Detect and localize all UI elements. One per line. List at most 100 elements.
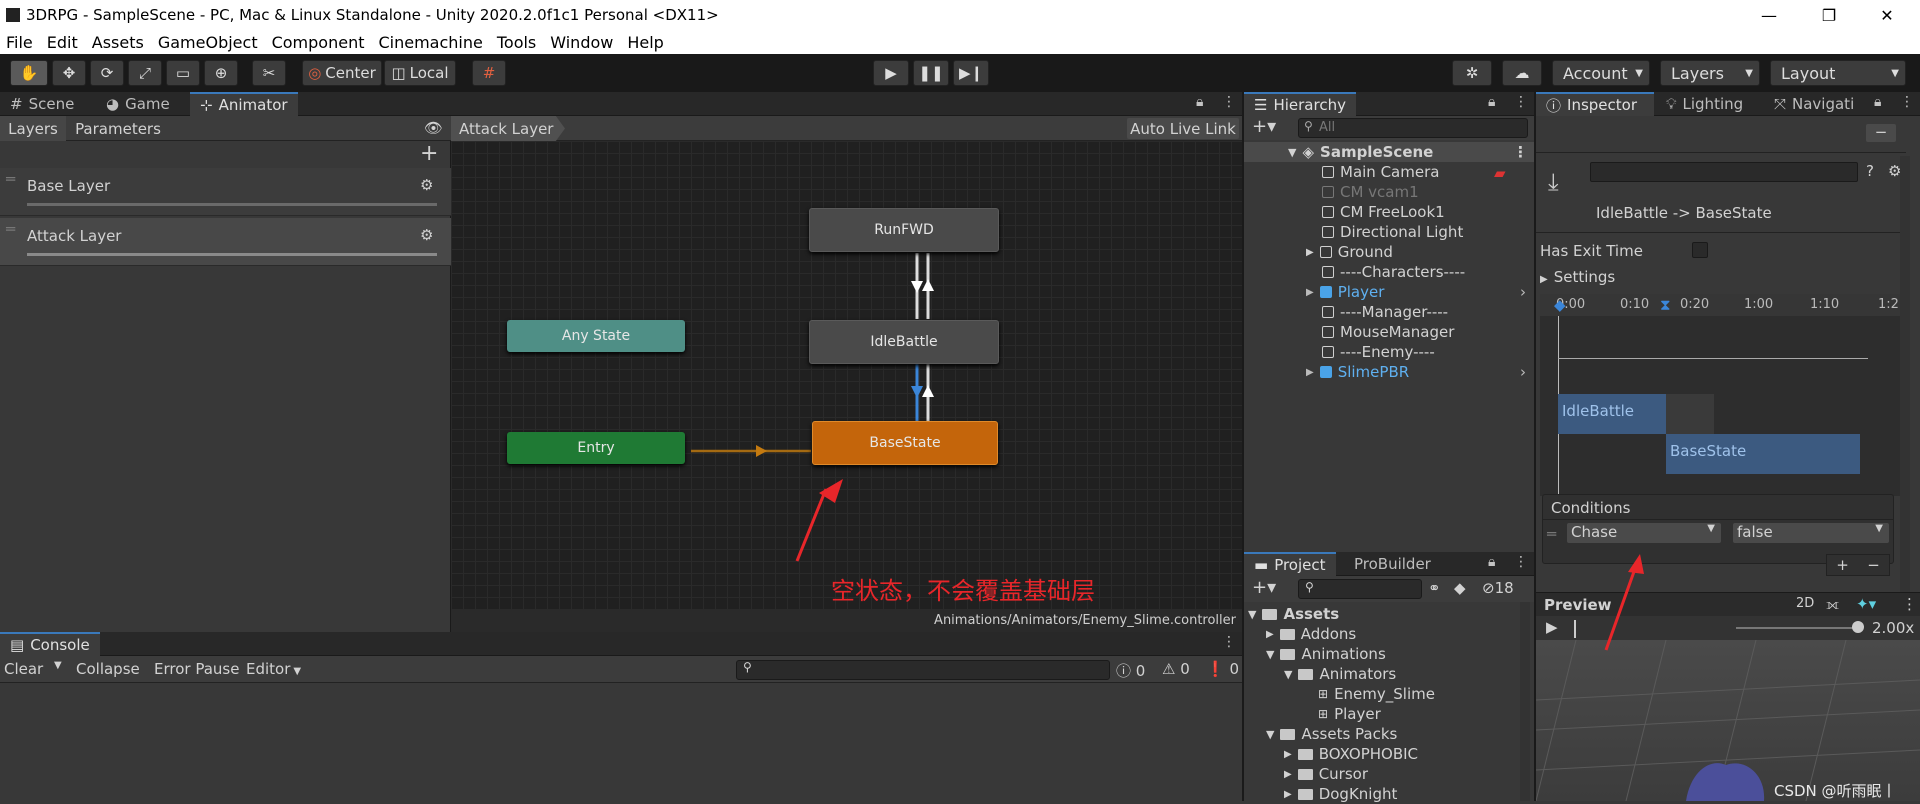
hierarchy-item[interactable]: CM FreeLook1 xyxy=(1244,202,1445,222)
menu-tools[interactable]: Tools xyxy=(491,33,544,52)
pivot-toggle-icon[interactable]: ⟗ xyxy=(1826,595,1839,613)
layout-dropdown[interactable]: Layout xyxy=(1770,60,1906,86)
animator-graph[interactable]: RunFWD IdleBattle Any State Entry BaseSt… xyxy=(451,141,1242,632)
hierarchy-search-input[interactable]: All xyxy=(1298,118,1528,138)
state-idlebattle[interactable]: IdleBattle xyxy=(809,320,999,364)
hand-tool-icon[interactable]: ✋ xyxy=(10,60,48,86)
expand-arrow-icon[interactable]: ▶ xyxy=(1306,367,1314,378)
add-layer-icon[interactable]: + xyxy=(420,141,438,166)
collapse-button[interactable]: Collapse xyxy=(76,660,140,678)
error-count[interactable]: ❗ 0 xyxy=(1206,660,1239,678)
state-entry[interactable]: Entry xyxy=(507,432,685,464)
project-item[interactable]: ▶ Cursor xyxy=(1284,764,1368,784)
create-icon[interactable]: +▾ xyxy=(1252,116,1276,137)
expand-arrow-icon[interactable]: ▶ xyxy=(1266,629,1274,640)
layer-weight-bar[interactable] xyxy=(27,203,437,206)
hierarchy-item[interactable]: Main Camera xyxy=(1244,162,1439,182)
hierarchy-item[interactable]: MouseManager xyxy=(1244,322,1454,342)
cloud-icon[interactable]: ☁ xyxy=(1502,60,1542,86)
avatar-toggle-icon[interactable]: ✦▾ xyxy=(1856,595,1876,613)
layers-dropdown[interactable]: Layers xyxy=(1660,60,1760,86)
condition-value-dropdown[interactable]: false ▼ xyxy=(1733,523,1889,543)
hierarchy-item[interactable]: ▶ Ground xyxy=(1244,242,1393,262)
rect-tool-icon[interactable]: ▭ xyxy=(166,60,200,86)
scene-row[interactable]: ▼ ◈ SampleScene ⋮ xyxy=(1244,142,1534,162)
layer-item-attack[interactable]: ═ Attack Layer ⚙ xyxy=(0,218,451,266)
more-icon[interactable]: ⋮ xyxy=(1514,94,1528,110)
project-item[interactable]: ▶ DogKnight xyxy=(1284,784,1397,804)
project-item[interactable]: ▼ Assets xyxy=(1248,604,1339,624)
minimize-button[interactable]: — xyxy=(1746,0,1792,30)
expand-arrow-icon[interactable]: ▼ xyxy=(1248,608,1256,621)
expand-arrow-icon[interactable]: ▶ xyxy=(1284,789,1292,800)
tab-probuilder[interactable]: ProBuilder xyxy=(1344,552,1441,576)
remove-condition-icon[interactable]: − xyxy=(1867,556,1880,574)
state-runfwd[interactable]: RunFWD xyxy=(809,208,999,252)
expand-arrow-icon[interactable]: ▼ xyxy=(1266,728,1274,741)
expand-arrow-icon[interactable]: ▶ xyxy=(1284,769,1292,780)
tab-hierarchy[interactable]: ☰ Hierarchy xyxy=(1244,92,1356,116)
tab-navigation[interactable]: ⤧ Navigati xyxy=(1764,92,1864,116)
error-pause-button[interactable]: Error Pause xyxy=(154,660,239,678)
tab-project[interactable]: ▬ Project xyxy=(1244,552,1336,576)
tab-console[interactable]: ▤ Console xyxy=(0,632,100,656)
layers-tab[interactable]: Layers xyxy=(0,116,66,141)
menu-assets[interactable]: Assets xyxy=(86,33,152,52)
chevron-right-icon[interactable]: › xyxy=(1520,363,1526,381)
expand-arrow-icon[interactable]: ▶ xyxy=(1284,749,1292,760)
clip-from-bar[interactable]: IdleBattle xyxy=(1558,394,1666,434)
help-icon[interactable]: ? xyxy=(1866,162,1874,180)
chevron-right-icon[interactable]: › xyxy=(1520,283,1526,301)
create-icon[interactable]: +▾ xyxy=(1252,577,1276,598)
has-exit-time-checkbox[interactable] xyxy=(1692,242,1708,258)
warning-count[interactable]: ⚠ 0 xyxy=(1162,660,1190,678)
lock-icon[interactable]: 🔒︎ xyxy=(1488,554,1495,570)
custom-tool-icon[interactable]: ✂ xyxy=(252,60,286,86)
lock-icon[interactable]: 🔒︎ xyxy=(1874,94,1881,110)
expand-arrow-icon[interactable]: ▼ xyxy=(1284,668,1292,681)
menu-cinemachine[interactable]: Cinemachine xyxy=(372,33,490,52)
layer-item-base[interactable]: ═ Base Layer ⚙ xyxy=(0,168,451,216)
playhead-icon[interactable]: ◆ xyxy=(1554,296,1566,314)
state-basestate[interactable]: BaseState xyxy=(812,421,998,465)
auto-live-link-button[interactable]: Auto Live Link xyxy=(1127,118,1239,139)
eye-icon[interactable]: 👁︎ xyxy=(424,119,443,137)
scale-tool-icon[interactable]: ⤢ xyxy=(128,60,162,86)
project-item[interactable]: ▼ Animators xyxy=(1284,664,1396,684)
state-any-state[interactable]: Any State xyxy=(507,320,685,352)
tab-lighting[interactable]: 💡︎ Lighting xyxy=(1656,92,1753,116)
grid-snap-icon[interactable]: # xyxy=(472,60,506,86)
project-item[interactable]: ▶ Addons xyxy=(1266,624,1356,644)
menu-file[interactable]: File xyxy=(0,33,41,52)
lock-icon[interactable]: 🔒︎ xyxy=(1488,94,1495,110)
expand-arrow-icon[interactable]: ▶ xyxy=(1306,247,1314,258)
menu-window[interactable]: Window xyxy=(544,33,621,52)
more-icon[interactable]: ⋮ xyxy=(1222,634,1236,650)
menu-edit[interactable]: Edit xyxy=(41,33,86,52)
condition-parameter-dropdown[interactable]: Chase ▼ xyxy=(1567,523,1721,543)
gear-icon[interactable]: ⚙ xyxy=(420,176,433,194)
drag-handle-icon[interactable]: ═ xyxy=(1547,525,1556,543)
space-local-button[interactable]: ◫ Local xyxy=(384,60,456,86)
transition-name-input[interactable] xyxy=(1590,162,1858,182)
clear-dropdown-icon[interactable]: ▼ xyxy=(54,660,62,671)
editor-dropdown[interactable]: Editor ▼ xyxy=(246,660,301,678)
layer-weight-bar[interactable] xyxy=(27,253,437,256)
collab-icon[interactable]: ✲ xyxy=(1452,60,1492,86)
console-search-input[interactable]: ⚲ xyxy=(736,660,1110,680)
drag-handle-icon[interactable]: ═ xyxy=(6,220,15,238)
clip-to-bar[interactable]: BaseState xyxy=(1666,434,1860,474)
hierarchy-item[interactable]: ▶ Player › xyxy=(1244,282,1534,302)
lock-icon[interactable]: 🔒︎ xyxy=(1196,94,1203,110)
step-button[interactable]: ▶❙ xyxy=(953,60,989,86)
filter-type-icon[interactable]: ⚭ xyxy=(1428,579,1441,597)
tab-scene[interactable]: # Scene xyxy=(0,92,84,116)
move-tool-icon[interactable]: ✥ xyxy=(52,60,86,86)
project-item[interactable]: ⊞ Player xyxy=(1318,704,1381,724)
pivot-center-button[interactable]: ◎ Center xyxy=(302,60,382,86)
close-button[interactable]: ✕ xyxy=(1864,0,1910,30)
drag-handle-icon[interactable]: ═ xyxy=(6,170,15,188)
project-item[interactable]: ▼ Assets Packs xyxy=(1266,724,1397,744)
transform-tool-icon[interactable]: ⊕ xyxy=(204,60,238,86)
hierarchy-item[interactable]: CM vcam1 xyxy=(1244,182,1419,202)
